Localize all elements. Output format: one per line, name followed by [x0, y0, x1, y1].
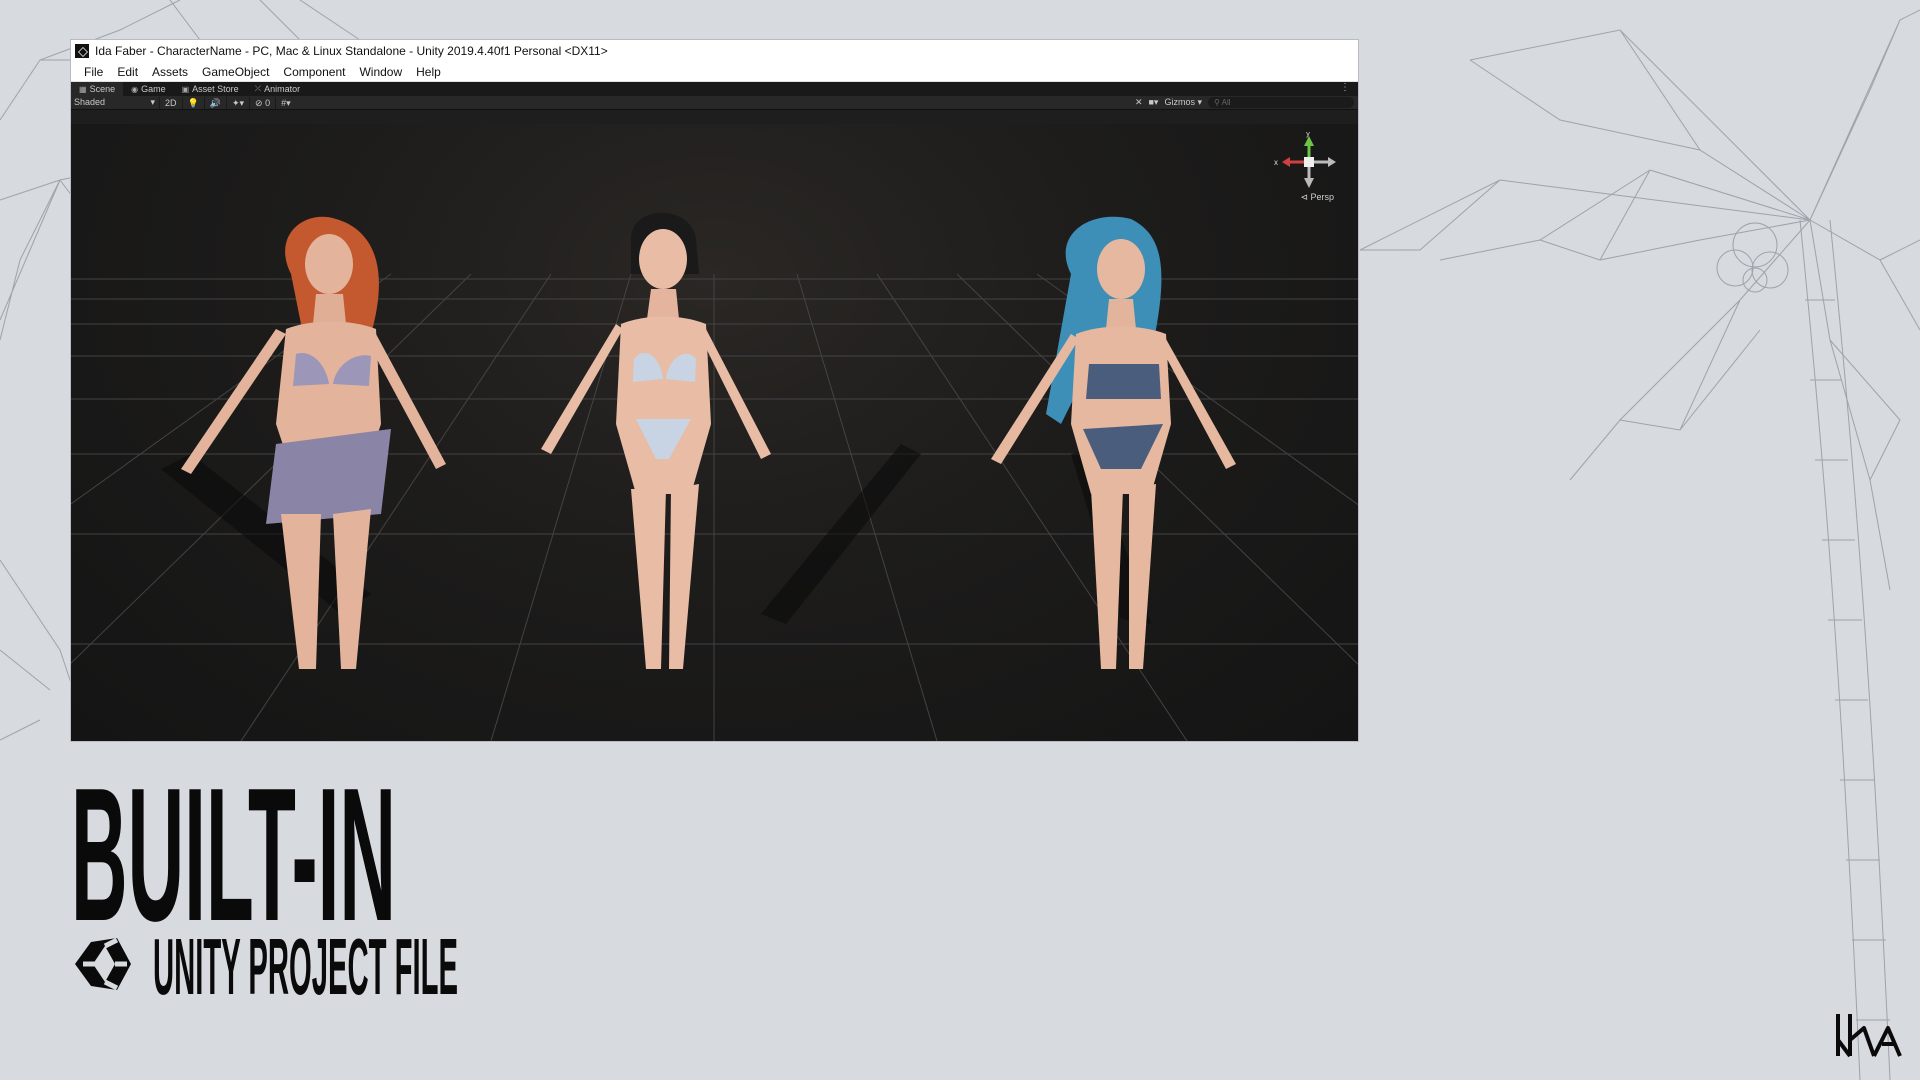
- search-placeholder: All: [1221, 98, 1231, 107]
- headline-sub-row: UNITY PROJECT FILE: [71, 928, 473, 1000]
- menu-edit[interactable]: Edit: [110, 65, 145, 79]
- headline-sub: UNITY PROJECT FILE: [153, 928, 458, 1000]
- menu-help[interactable]: Help: [409, 65, 448, 79]
- shading-mode-dropdown[interactable]: Shaded ▾: [71, 97, 159, 108]
- menu-bar: File Edit Assets GameObject Component Wi…: [71, 62, 1358, 82]
- gizmo-y-label: y: [1306, 132, 1310, 138]
- audio-toggle-icon[interactable]: 🔊: [203, 96, 226, 109]
- tab-game[interactable]: ◉ Game: [123, 82, 174, 96]
- unity-logo-icon: [75, 937, 131, 991]
- scene-icon: ▦: [79, 84, 87, 94]
- tools-icon[interactable]: ✕: [1135, 97, 1143, 108]
- view-tab-bar: ▦ Scene ◉ Game ▣ Asset Store ⤫ Animator …: [71, 82, 1358, 96]
- projection-label[interactable]: ⊲ Persp: [1300, 192, 1334, 203]
- camera-dropdown-icon[interactable]: ■▾: [1148, 97, 1158, 108]
- hidden-objects-toggle[interactable]: ⊘ 0: [249, 96, 275, 109]
- unity-app-icon: [75, 44, 89, 58]
- toggle-2d-button[interactable]: 2D: [159, 96, 182, 109]
- persp-text: Persp: [1310, 192, 1334, 202]
- unity-editor-window: Ida Faber - CharacterName - PC, Mac & Li…: [71, 40, 1358, 741]
- character-black-hair: [541, 212, 771, 669]
- tab-label: Game: [141, 84, 166, 94]
- game-icon: ◉: [131, 84, 139, 94]
- tab-label: Asset Store: [192, 84, 239, 94]
- lighting-toggle-icon[interactable]: 💡: [181, 96, 204, 109]
- eye-off-icon: ⊘: [255, 97, 263, 108]
- chevron-down-icon: ▾: [150, 97, 155, 107]
- headline-main-text: BUILT-IN: [71, 752, 396, 928]
- tab-scene[interactable]: ▦ Scene: [71, 82, 124, 96]
- effects-dropdown-icon[interactable]: ✦▾: [225, 96, 249, 109]
- shading-mode-label: Shaded: [74, 97, 106, 107]
- tab-menu-icon[interactable]: ⋮: [1340, 82, 1350, 93]
- search-icon: ⚲: [1214, 98, 1222, 107]
- hidden-count: 0: [265, 97, 271, 108]
- store-icon: ▣: [181, 84, 190, 94]
- menu-window[interactable]: Window: [352, 65, 409, 79]
- gizmo-x-label: x: [1274, 158, 1278, 167]
- tab-animator[interactable]: ⤫ Animator: [247, 82, 308, 96]
- tab-label: Scene: [89, 84, 116, 94]
- scene-viewport[interactable]: y x ⊲ Persp: [71, 124, 1358, 741]
- menu-assets[interactable]: Assets: [145, 65, 195, 79]
- character-blue-hair: [991, 216, 1236, 669]
- tab-asset-store[interactable]: ▣ Asset Store: [174, 82, 247, 96]
- menu-file[interactable]: File: [77, 65, 110, 79]
- headline-sub-text: UNITY PROJECT FILE: [153, 928, 458, 1000]
- perspective-icon: ⊲: [1300, 192, 1311, 202]
- menu-component[interactable]: Component: [276, 65, 352, 79]
- window-title: Ida Faber - CharacterName - PC, Mac & Li…: [95, 44, 608, 58]
- search-input[interactable]: ⚲ All: [1208, 97, 1354, 108]
- tab-label: Animator: [264, 84, 301, 94]
- grid-dropdown-icon[interactable]: #▾: [275, 96, 296, 109]
- scene-toolbar: Shaded ▾ 2D 💡 🔊 ✦▾ ⊘ 0 #▾ ✕ ■▾ Gizmos ▾ …: [71, 96, 1358, 110]
- ida-brand-logo: [1836, 1014, 1902, 1058]
- gizmos-label: Gizmos: [1164, 97, 1195, 107]
- character-orange-hair: [181, 216, 446, 669]
- menu-gameobject[interactable]: GameObject: [195, 65, 276, 79]
- gizmos-dropdown[interactable]: Gizmos ▾: [1164, 97, 1202, 108]
- scene-render: [71, 212, 1358, 741]
- animator-icon: ⤫: [254, 84, 262, 93]
- window-titlebar[interactable]: Ida Faber - CharacterName - PC, Mac & Li…: [71, 40, 1358, 62]
- headline-main: BUILT-IN: [71, 752, 396, 928]
- toolbar-right-group: ✕ ■▾ Gizmos ▾ ⚲ All: [1135, 97, 1354, 108]
